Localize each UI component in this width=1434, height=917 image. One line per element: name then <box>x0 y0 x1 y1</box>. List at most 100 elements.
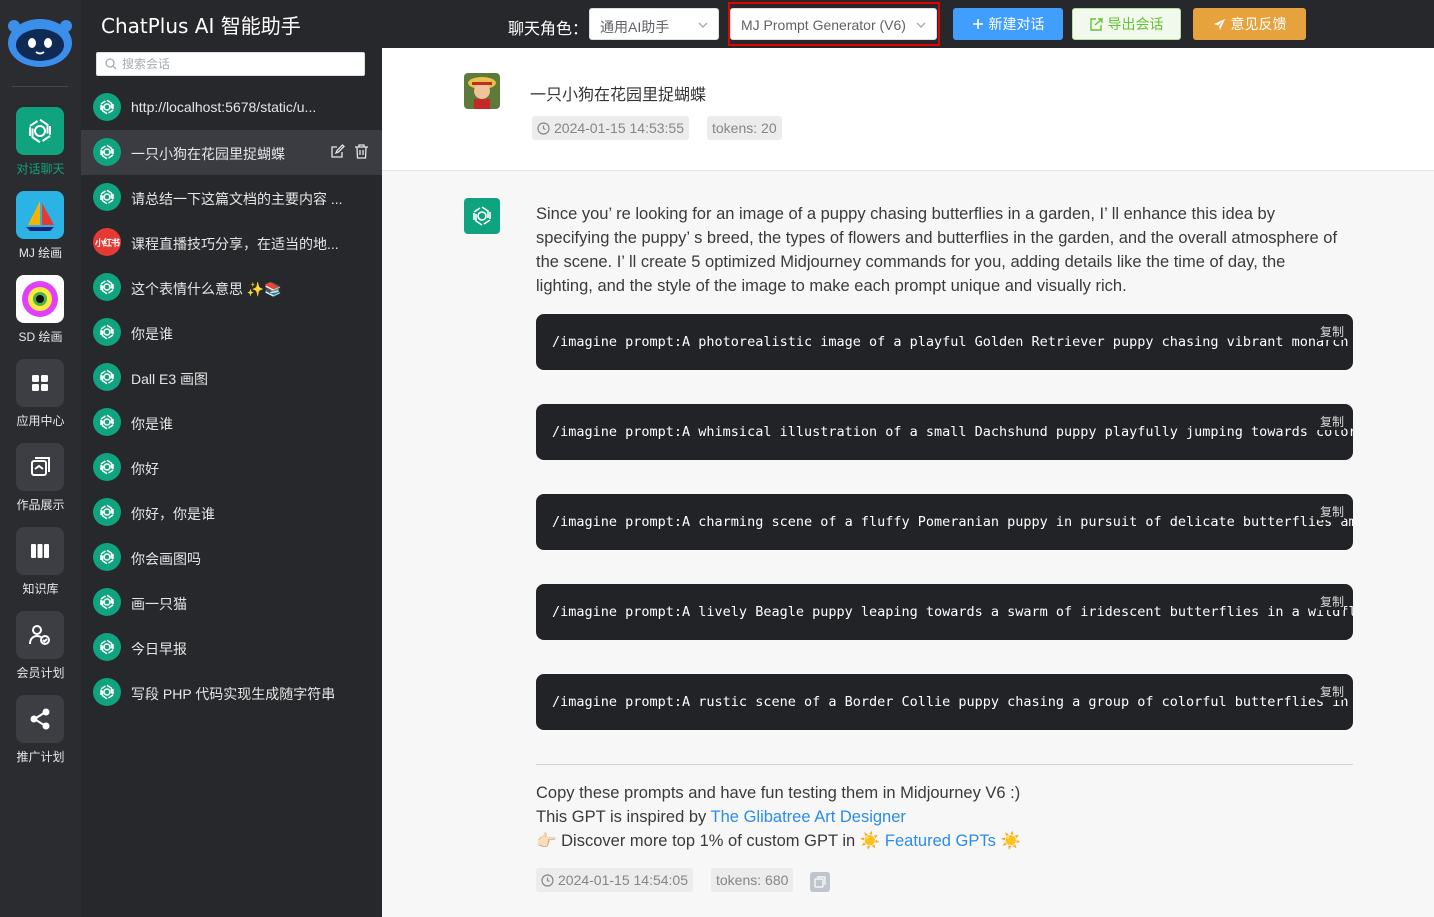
prompt-code: /imagine prompt:A lively Beagle puppy le… <box>552 604 1353 620</box>
openai-icon <box>93 498 121 526</box>
chat-title: 一只小狗在花园里捉蝴蝶 <box>131 146 285 162</box>
nav-label: 推广计划 <box>16 750 65 764</box>
prompt-code-block: /imagine prompt:A photorealistic image o… <box>536 314 1353 370</box>
nav-mj[interactable]: MJ 绘画 <box>0 191 81 271</box>
clock-icon <box>541 873 554 887</box>
nav-label: 应用中心 <box>16 414 65 428</box>
chat-list-item[interactable]: Dall E3 画图 <box>81 355 382 400</box>
book-icon <box>16 527 64 575</box>
chat-main: 一只小狗在花园里捉蝴蝶 2024-01-15 14:53:55 tokens: … <box>382 48 1434 917</box>
copy-button[interactable]: 复制 <box>1317 593 1344 610</box>
chat-title: 今日早报 <box>131 641 187 657</box>
chat-title: 你会画图吗 <box>131 551 201 567</box>
prompt-code-block: /imagine prompt:A rustic scene of a Bord… <box>536 674 1353 730</box>
chat-list-item[interactable]: 你会画图吗 <box>81 535 382 580</box>
nav-label: 会员计划 <box>16 666 65 680</box>
chat-list-item[interactable]: 小红书 课程直播技巧分享，在适当的地... <box>81 220 382 265</box>
role-select[interactable]: 通用AI助手 <box>589 8 719 40</box>
export-label: 导出会话 <box>1107 16 1164 32</box>
clock-icon <box>537 121 550 135</box>
openai-icon <box>473 206 491 226</box>
prompt-code: /imagine prompt:A whimsical illustration… <box>552 424 1353 440</box>
chat-title: Dall E3 画图 <box>131 371 209 387</box>
rail-divider <box>12 86 68 87</box>
chat-list-item[interactable]: 这个表情什么意思 ✨📚 <box>81 265 382 310</box>
search-icon <box>105 58 117 70</box>
bot-intro-text: Since you’ re looking for an image of a … <box>536 205 1338 295</box>
chat-title: 这个表情什么意思 ✨📚 <box>131 281 282 297</box>
search-input[interactable] <box>122 55 352 73</box>
copy-button[interactable]: 复制 <box>1317 503 1344 520</box>
nav-label: 作品展示 <box>16 498 65 512</box>
chat-avatar: 小红书 <box>93 228 121 256</box>
chat-list-item[interactable]: 画一只猫 <box>81 580 382 625</box>
chat-list-item[interactable]: http://localhost:5678/static/u... <box>81 85 382 130</box>
share-icon <box>16 695 64 743</box>
chat-sidebar: ChatPlus AI 智能助手 http://localhost:5678/s… <box>81 0 382 917</box>
app-title: ChatPlus AI 智能助手 <box>101 14 301 38</box>
bot-tokens-tag: tokens: 680 <box>711 868 794 892</box>
export-button[interactable]: 导出会话 <box>1072 8 1181 40</box>
feedback-button[interactable]: 意见反馈 <box>1193 8 1306 40</box>
grid-icon <box>16 359 64 407</box>
sun-icon: ☀️ <box>995 832 1022 850</box>
openai-icon <box>93 633 121 661</box>
copy-icon <box>814 876 826 888</box>
user-time: 2024-01-15 14:53:55 <box>554 120 684 136</box>
openai-icon <box>93 318 121 346</box>
plus-icon <box>972 19 983 29</box>
feedback-label: 意见反馈 <box>1230 16 1287 32</box>
bot-tokens: tokens: 680 <box>716 872 789 888</box>
copy-button[interactable]: 复制 <box>1317 413 1344 430</box>
chat-list-item[interactable]: 请总结一下这篇文档的主要内容 ... <box>81 175 382 220</box>
chat-list-item[interactable]: 一只小狗在花园里捉蝴蝶 <box>81 130 382 175</box>
outro-line-1: Copy these prompts and have fun testing … <box>536 784 1021 802</box>
nav-share[interactable]: 推广计划 <box>0 695 81 775</box>
glibatree-link[interactable]: The Glibatree Art Designer <box>711 808 906 826</box>
prompt-code: /imagine prompt:A rustic scene of a Bord… <box>552 694 1353 710</box>
openai-icon <box>93 453 121 481</box>
chat-list-item[interactable]: 你好，你是谁 <box>81 490 382 535</box>
nav-chat[interactable]: 对话聊天 <box>0 107 81 187</box>
role-label: 聊天角色： <box>508 21 589 38</box>
openai-icon <box>93 183 121 211</box>
user-message: 一只小狗在花园里捉蝴蝶 2024-01-15 14:53:55 tokens: … <box>382 48 1434 171</box>
openai-icon <box>93 273 121 301</box>
chat-list-item[interactable]: 你好 <box>81 445 382 490</box>
chat-list-item[interactable]: 你是谁 <box>81 310 382 355</box>
chat-title: 你是谁 <box>131 326 173 342</box>
sailboat-icon <box>16 191 64 239</box>
openai-icon <box>93 678 121 706</box>
search-box <box>96 52 365 76</box>
gallery-icon <box>16 443 64 491</box>
nav-member[interactable]: 会员计划 <box>0 611 81 691</box>
new-chat-label: 新建对话 <box>988 16 1045 32</box>
openai-icon <box>16 107 64 155</box>
chat-title: 请总结一下这篇文档的主要内容 ... <box>131 191 343 207</box>
app-logo[interactable] <box>6 14 74 68</box>
copy-message-button[interactable] <box>810 872 830 892</box>
trash-icon[interactable] <box>354 144 369 164</box>
nav-gallery[interactable]: 作品展示 <box>0 443 81 523</box>
nav-rail: 对话聊天 MJ 绘画 SD 绘画 应用中心 作品展示 知识库 会员计划 推广计划 <box>0 0 81 917</box>
edit-icon[interactable] <box>330 144 345 164</box>
chat-list-item[interactable]: 写段 PHP 代码实现生成随字符串 <box>81 670 382 715</box>
new-chat-button[interactable]: 新建对话 <box>953 8 1063 40</box>
chat-list-item[interactable]: 今日早报 <box>81 625 382 670</box>
nav-knowledge[interactable]: 知识库 <box>0 527 81 607</box>
copy-button[interactable]: 复制 <box>1317 683 1344 700</box>
export-icon <box>1089 17 1103 31</box>
role-select-value: 通用AI助手 <box>600 19 670 35</box>
nav-apps[interactable]: 应用中心 <box>0 359 81 439</box>
prompt-code-block: /imagine prompt:A lively Beagle puppy le… <box>536 584 1353 640</box>
eye-art-icon <box>16 275 64 323</box>
nav-sd[interactable]: SD 绘画 <box>0 275 81 355</box>
featured-gpts-link[interactable]: Featured GPTs <box>885 832 996 850</box>
nav-label: SD 绘画 <box>18 330 63 344</box>
copy-button[interactable]: 复制 <box>1317 323 1344 340</box>
top-header: 聊天角色： 通用AI助手 MJ Prompt Generator (V6) 新建… <box>382 0 1434 48</box>
openai-icon <box>93 93 121 121</box>
outro-line-3-prefix: 👉🏻 Discover more top 1% of custom GPT in <box>536 832 860 850</box>
nav-label: 对话聊天 <box>16 162 65 176</box>
chat-list-item[interactable]: 你是谁 <box>81 400 382 445</box>
